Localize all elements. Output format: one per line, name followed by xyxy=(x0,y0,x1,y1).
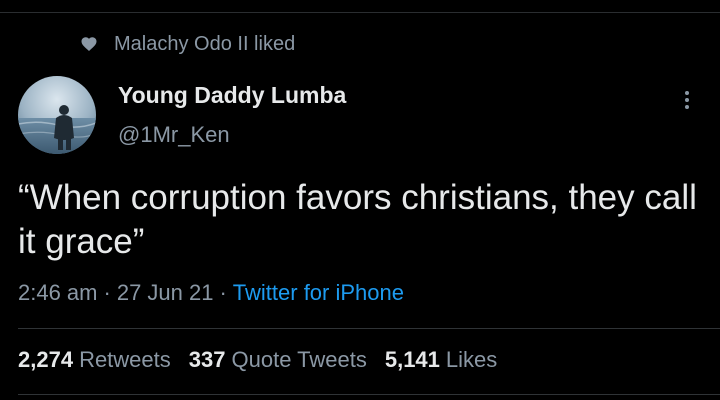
author-handle[interactable]: @1Mr_Ken xyxy=(118,122,230,148)
avatar[interactable] xyxy=(18,76,96,154)
quote-tweets-count: 337 xyxy=(188,347,226,372)
top-divider xyxy=(0,12,720,13)
divider xyxy=(18,394,720,395)
likes-label: Likes xyxy=(445,347,498,372)
tweet-source-link[interactable]: Twitter for iPhone xyxy=(233,280,404,305)
retweets-label: Retweets xyxy=(79,347,171,372)
likes-stat[interactable]: 5,141 Likes xyxy=(385,347,497,373)
retweets-count: 2,274 xyxy=(18,347,74,372)
quote-tweets-label: Quote Tweets xyxy=(231,347,367,372)
tweet-date[interactable]: 27 Jun 21 xyxy=(117,280,214,305)
retweets-stat[interactable]: 2,274 Retweets xyxy=(18,347,171,373)
divider xyxy=(18,328,720,329)
likes-count: 5,141 xyxy=(384,347,440,372)
tweet-time[interactable]: 2:46 am xyxy=(18,280,98,305)
avatar-image xyxy=(18,76,96,154)
meta-separator: · xyxy=(103,280,111,305)
meta-separator: · xyxy=(219,280,227,305)
tweet-meta: 2:46 am · 27 Jun 21 · Twitter for iPhone xyxy=(18,280,404,306)
social-context-text: Malachy Odo II liked xyxy=(114,32,296,55)
tweet-stats: 2,274 Retweets 337 Quote Tweets 5,141 Li… xyxy=(18,347,515,373)
author-name[interactable]: Young Daddy Lumba xyxy=(118,82,346,109)
more-vertical-icon[interactable] xyxy=(680,88,694,112)
tweet-text: “When corruption favors christians, they… xyxy=(18,178,697,261)
social-context[interactable]: Malachy Odo II liked xyxy=(80,32,295,56)
heart-icon xyxy=(81,37,97,51)
quote-tweets-stat[interactable]: 337 Quote Tweets xyxy=(189,347,367,373)
